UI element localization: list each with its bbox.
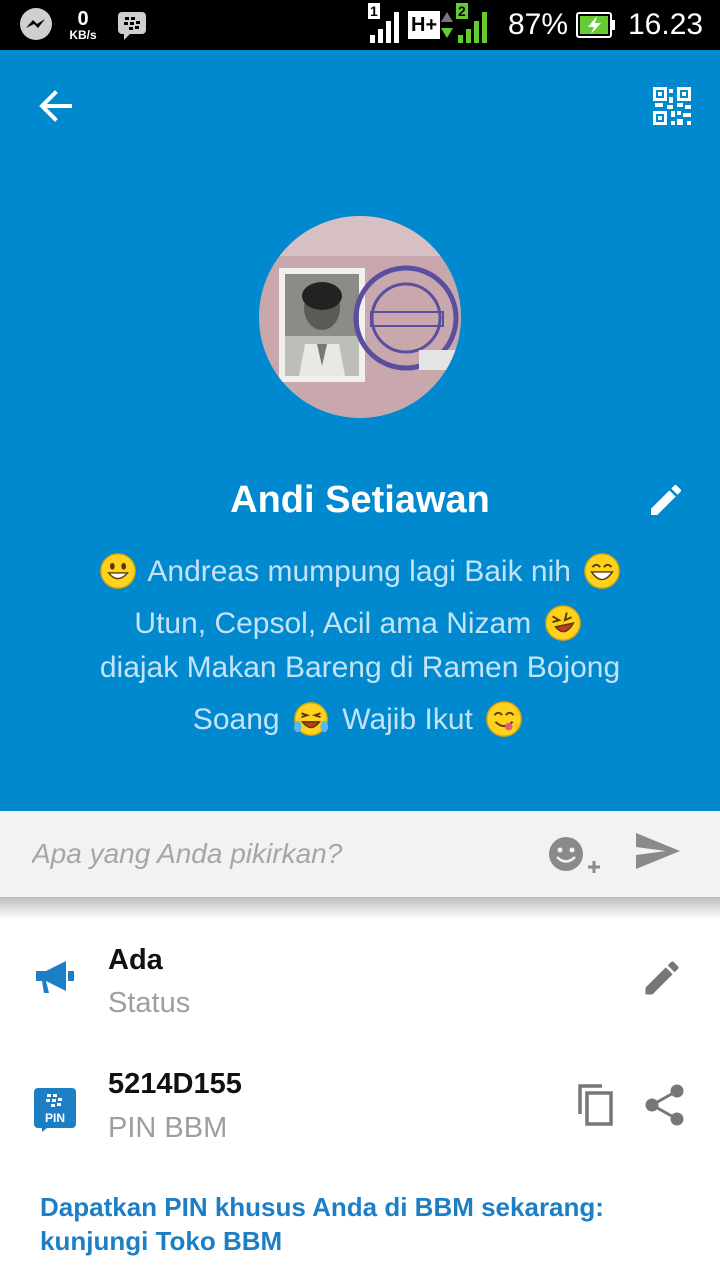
pin-label: PIN BBM [108, 1112, 228, 1144]
battery-charging-icon [576, 0, 616, 50]
signal-sim2-icon: 2 [456, 0, 492, 50]
status-value: Ada [108, 944, 163, 976]
bio-text-4: Soang [192, 703, 280, 736]
grinning-emoji-icon [99, 553, 136, 589]
net-speed-value: 0 [77, 7, 89, 30]
data-arrows-icon [440, 0, 454, 50]
bio-line-1: Andreas mumpung lagi Baik nih [60, 550, 660, 594]
add-emoji-button[interactable] [544, 831, 604, 881]
bio-line-4: Soang Wajib Ikut [60, 698, 660, 742]
rofl-emoji-icon [544, 605, 581, 641]
status-bar: 0 KB/s 1 H+ 2 87% 16.23 [0, 0, 720, 50]
edit-status-button[interactable] [640, 956, 692, 1008]
sim1-label: 1 [368, 3, 380, 19]
signal-sim1-icon: 1 [368, 0, 402, 50]
bio-text-2: Utun, Cepsol, Acil ama Nizam [134, 607, 532, 640]
share-icon [645, 1084, 684, 1126]
pin-row: PIN 5214D155 PIN BBM [0, 1058, 720, 1168]
bio-line-2: Utun, Cepsol, Acil ama Nizam [60, 602, 660, 646]
clock: 16.23 [628, 8, 704, 41]
bio-text-5: Wajib Ikut [342, 703, 473, 736]
bbm-notification-icon [116, 0, 148, 50]
send-icon [636, 833, 680, 869]
laughing-emoji-icon [584, 553, 621, 589]
send-button[interactable] [634, 831, 688, 877]
profile-name: Andi Setiawan [230, 479, 490, 521]
promo-line-2: kunjungi Toko BBM [40, 1226, 283, 1256]
qr-code-icon [653, 87, 691, 125]
add-emoji-icon [549, 837, 600, 873]
copy-icon [578, 1084, 613, 1126]
post-input[interactable] [32, 829, 522, 879]
back-button[interactable] [24, 80, 88, 132]
pencil-icon [645, 961, 679, 995]
battery-percent: 87% [508, 8, 569, 41]
toko-bbm-promo-link[interactable]: Dapatkan PIN khusus Anda di BBM sekarang… [40, 1190, 680, 1258]
promo-line-1: Dapatkan PIN khusus Anda di BBM sekarang… [40, 1192, 604, 1222]
share-pin-button[interactable] [642, 1082, 692, 1132]
network-type-label: H+ [408, 11, 441, 39]
bio-text-3: diajak Makan Bareng di Ramen Bojong [99, 651, 621, 684]
back-arrow-icon [39, 90, 72, 122]
bio-text-1: Andreas mumpung lagi Baik nih [147, 555, 571, 588]
messenger-icon [18, 0, 54, 50]
status-row[interactable]: Ada Status [0, 930, 720, 1040]
profile-header: Andi Setiawan Andreas mumpung lagi Baik … [0, 50, 720, 811]
pin-badge-label: PIN [44, 1111, 65, 1125]
sim2-label: 2 [456, 3, 468, 19]
qr-code-button[interactable] [640, 80, 704, 132]
copy-pin-button[interactable] [574, 1082, 624, 1132]
bio-line-3: diajak Makan Bareng di Ramen Bojong [60, 646, 660, 690]
post-compose-bar [0, 811, 720, 898]
network-type: H+ [408, 0, 441, 50]
pencil-icon [651, 484, 682, 515]
crying-laughing-emoji-icon [293, 702, 329, 736]
divider-shadow [0, 897, 720, 919]
pin-value: 5214D155 [108, 1068, 242, 1100]
megaphone-icon [32, 956, 76, 1005]
profile-bio: Andreas mumpung lagi Baik nih Utun, Ceps… [60, 550, 660, 742]
bbm-pin-icon: PIN [34, 1088, 76, 1132]
net-speed-unit: KB/s [69, 27, 97, 42]
yum-emoji-icon [486, 701, 522, 737]
profile-avatar[interactable] [259, 216, 461, 418]
edit-profile-button[interactable] [640, 474, 692, 526]
net-speed: 0 KB/s [64, 0, 102, 50]
avatar-photo [259, 216, 461, 418]
status-label: Status [108, 987, 191, 1019]
